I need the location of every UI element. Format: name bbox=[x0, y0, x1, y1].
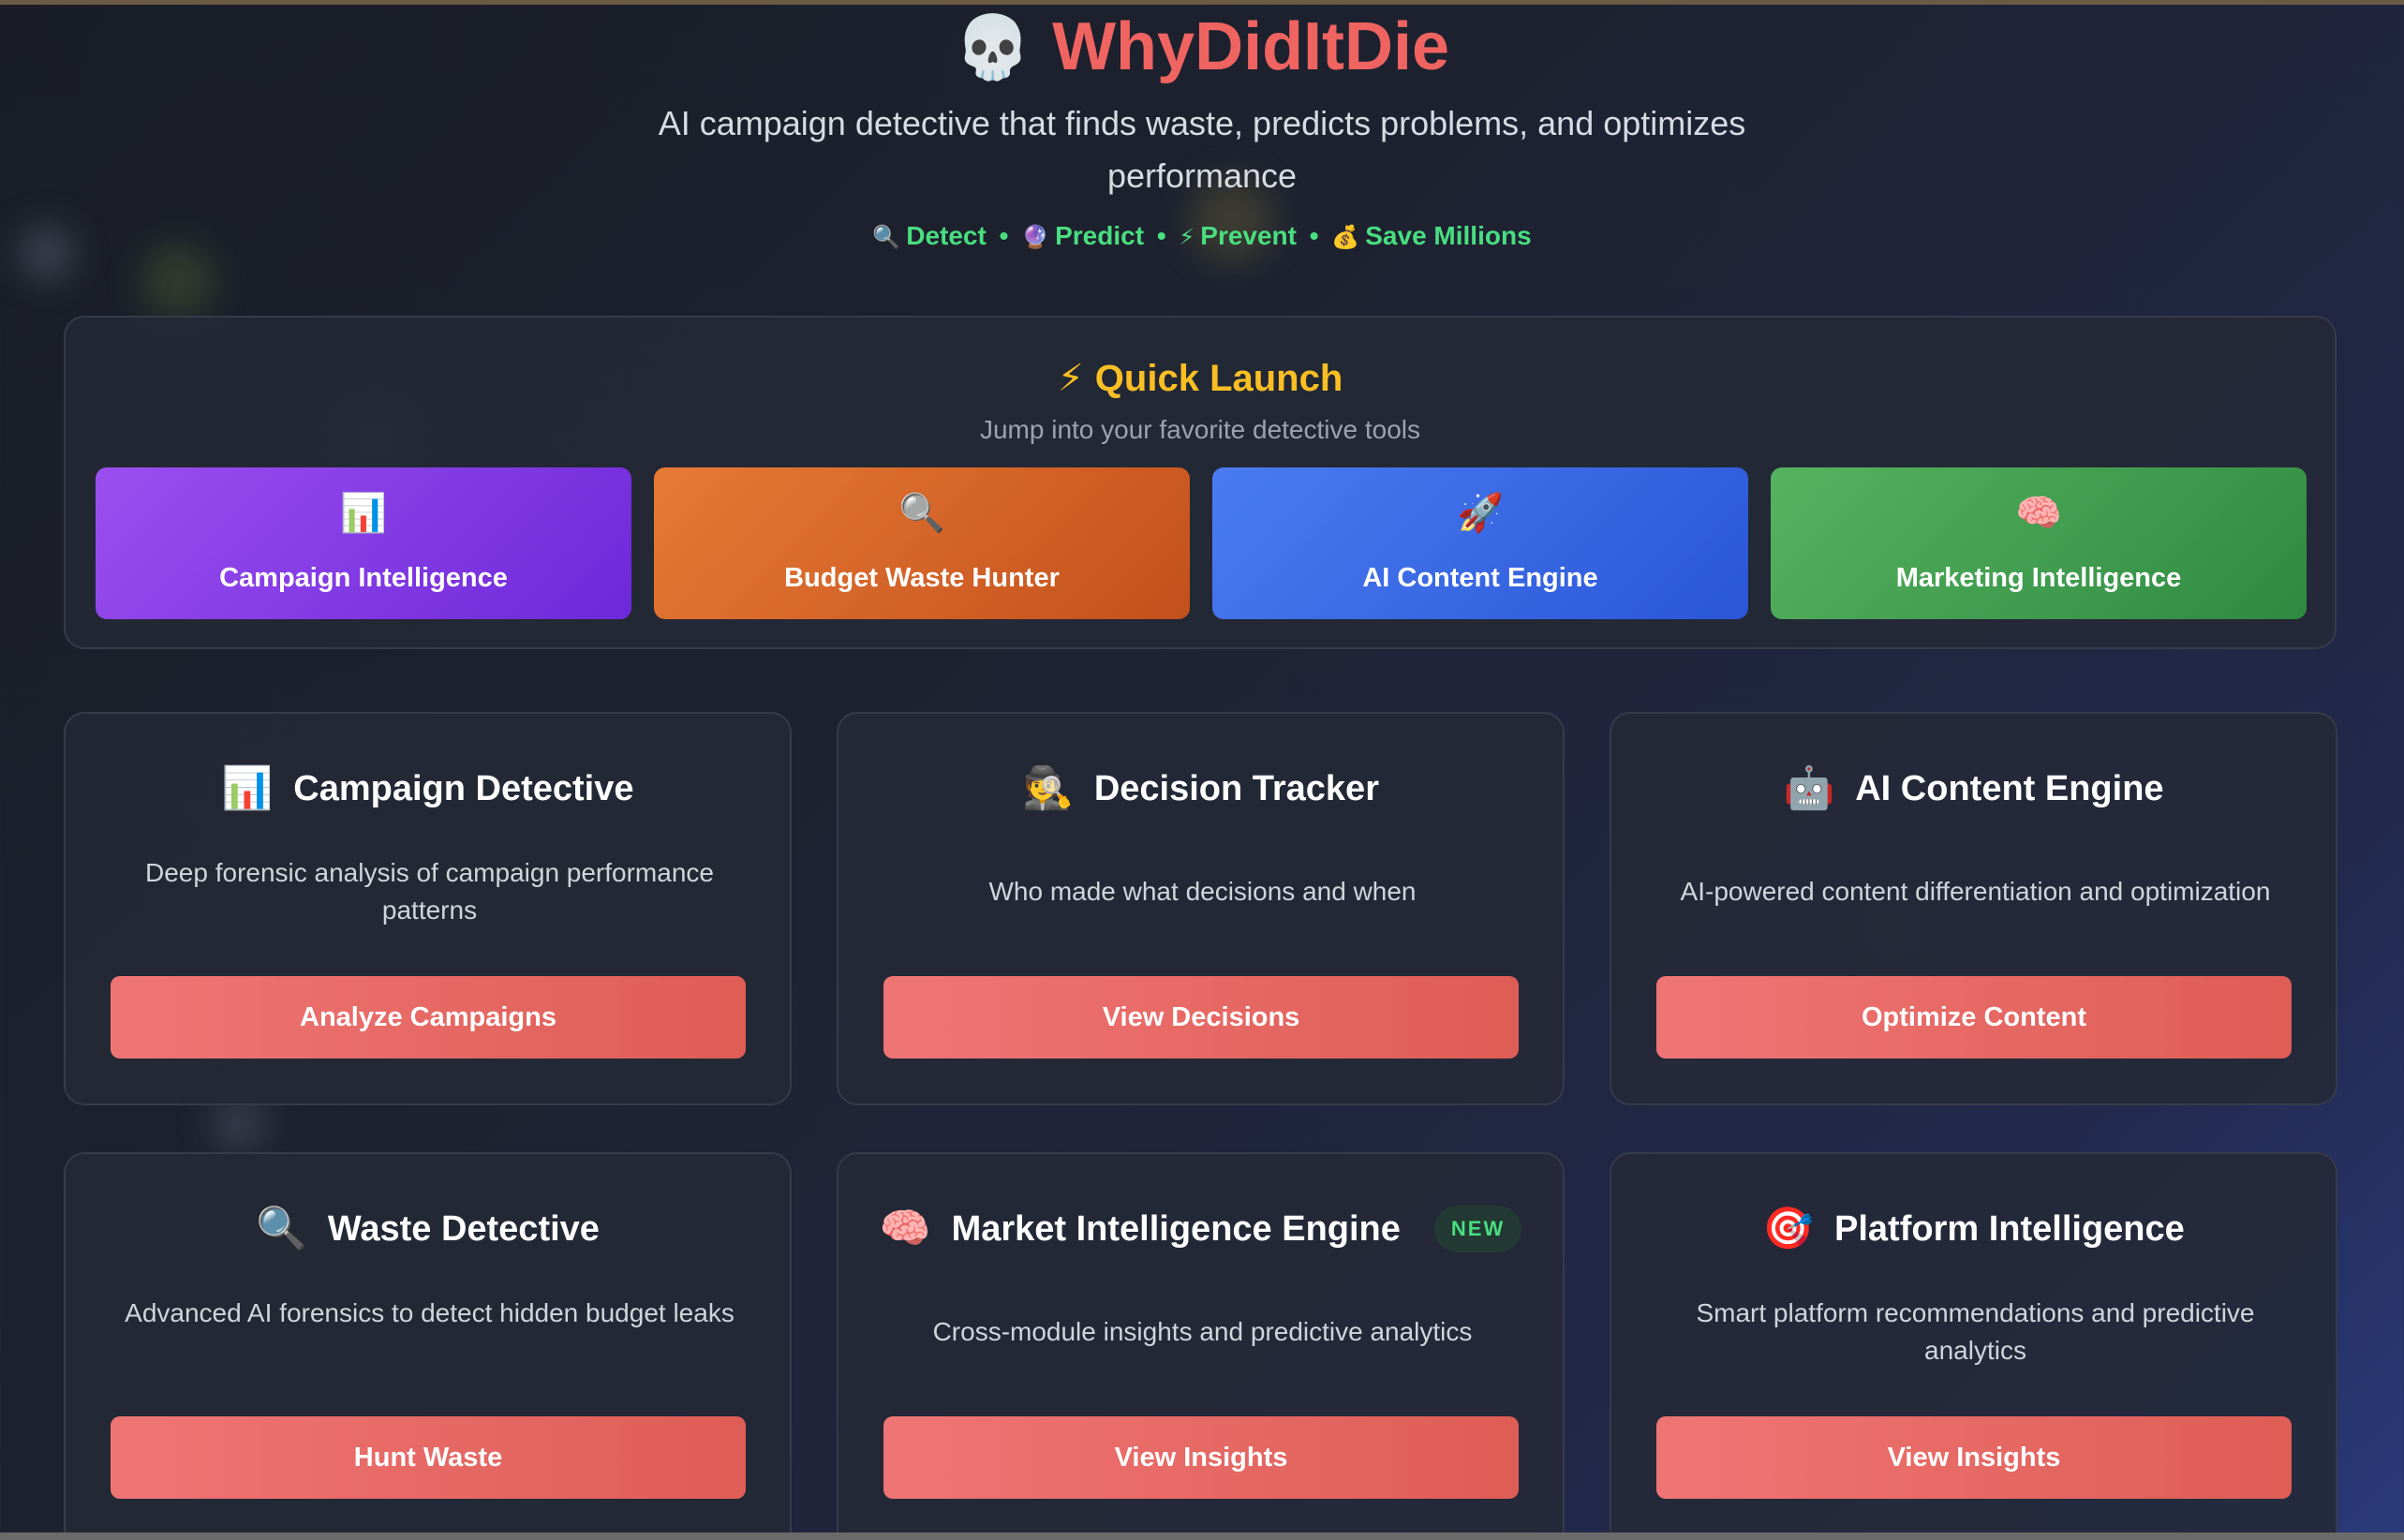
brain-icon: 🧠 bbox=[2015, 493, 2062, 534]
card-title: Waste Detective bbox=[327, 1209, 600, 1249]
card-campaign-detective: 📊 Campaign Detective Deep forensic analys… bbox=[64, 712, 792, 1105]
lightning-icon: ⚡ bbox=[1179, 225, 1195, 250]
brain-icon: 🧠 bbox=[879, 1206, 931, 1251]
magnifier-icon: 🔍 bbox=[872, 225, 901, 250]
quick-launch-ai-content-engine-button[interactable]: 🚀 AI Content Engine bbox=[1212, 467, 1748, 619]
detective-icon: 🕵️ bbox=[1022, 765, 1074, 811]
tagline-separator: • bbox=[1156, 221, 1166, 250]
card-title: AI Content Engine bbox=[1855, 769, 2164, 808]
crystal-ball-icon: 🔮 bbox=[1021, 225, 1050, 250]
card-ai-content-engine: 🤖 AI Content Engine AI-powered content di… bbox=[1610, 712, 2337, 1105]
card-description: Deep forensic analysis of campaign perfo… bbox=[145, 858, 714, 925]
card-title-row: 🎯 Platform Intelligence bbox=[1611, 1201, 2336, 1257]
target-icon: 🎯 bbox=[1762, 1206, 1815, 1251]
optimize-content-button[interactable]: Optimize Content bbox=[1656, 976, 2292, 1059]
tagline-separator: • bbox=[999, 221, 1009, 250]
new-badge: NEW bbox=[1433, 1206, 1522, 1252]
tagline-separator: • bbox=[1309, 221, 1319, 250]
card-description: Smart platform recommendations and predi… bbox=[1696, 1298, 2255, 1365]
magnifier-icon: 🔍 bbox=[898, 493, 945, 534]
robot-icon: 🤖 bbox=[1783, 765, 1835, 811]
quick-launch-button-label: Marketing Intelligence bbox=[1895, 563, 2182, 593]
quick-launch-title: ⚡ Quick Launch bbox=[66, 355, 2335, 402]
quick-launch-panel: ⚡ Quick Launch Jump into your favorite de… bbox=[64, 316, 2337, 649]
card-platform-intelligence: 🎯 Platform Intelligence Smart platform re… bbox=[1610, 1152, 2337, 1540]
skull-icon: 💀 bbox=[954, 12, 1032, 81]
quick-launch-campaign-intelligence-button[interactable]: 📊 Campaign Intelligence bbox=[96, 467, 631, 619]
card-title: Platform Intelligence bbox=[1834, 1209, 2185, 1249]
window-bottom-border bbox=[0, 1533, 2404, 1540]
card-description: Advanced AI forensics to detect hidden b… bbox=[125, 1298, 735, 1327]
tagline-detect: Detect bbox=[906, 221, 987, 250]
lightning-icon: ⚡ bbox=[1057, 358, 1084, 399]
card-title-row: 🤖 AI Content Engine bbox=[1611, 761, 2336, 817]
view-insights-button[interactable]: View Insights bbox=[883, 1416, 1519, 1499]
quick-launch-button-label: Budget Waste Hunter bbox=[784, 563, 1060, 593]
bar-chart-icon: 📊 bbox=[340, 493, 387, 534]
money-bag-icon: 💰 bbox=[1331, 225, 1360, 250]
card-title-row: 🧠 Market Intelligence Engine NEW bbox=[838, 1201, 1563, 1257]
card-market-intelligence-engine: 🧠 Market Intelligence Engine NEW Cross-mod… bbox=[837, 1152, 1565, 1540]
quick-launch-marketing-intelligence-button[interactable]: 🧠 Marketing Intelligence bbox=[1771, 467, 2307, 619]
tagline-predict: Predict bbox=[1055, 221, 1145, 250]
app-subtitle: AI campaign detective that finds waste, … bbox=[658, 104, 1746, 195]
hunt-waste-button[interactable]: Hunt Waste bbox=[111, 1416, 746, 1499]
card-description: Who made what decisions and when bbox=[988, 877, 1417, 906]
card-description: AI-powered content differentiation and o… bbox=[1680, 877, 2271, 906]
quick-launch-budget-waste-hunter-button[interactable]: 🔍 Budget Waste Hunter bbox=[654, 467, 1190, 619]
view-insights-button[interactable]: View Insights bbox=[1656, 1416, 2292, 1499]
card-title: Decision Tracker bbox=[1093, 769, 1379, 808]
tagline-prevent: Prevent bbox=[1200, 221, 1297, 250]
view-decisions-button[interactable]: View Decisions bbox=[883, 976, 1519, 1059]
quick-launch-title-text: Quick Launch bbox=[1094, 358, 1343, 399]
analyze-campaigns-button[interactable]: Analyze Campaigns bbox=[111, 976, 746, 1059]
app-title: WhyDidItDie bbox=[1052, 9, 1450, 84]
app-title-row: 💀 WhyDidItDie bbox=[0, 9, 2404, 84]
quick-launch-button-label: AI Content Engine bbox=[1362, 563, 1598, 593]
quick-launch-subtitle: Jump into your favorite detective tools bbox=[979, 415, 1420, 444]
tagline: 🔍 Detect • 🔮 Predict • ⚡ Prevent • 💰 Save Mi… bbox=[0, 217, 2404, 257]
card-waste-detective: 🔍 Waste Detective Advanced AI forensics t… bbox=[64, 1152, 792, 1540]
window-top-border bbox=[0, 0, 2404, 5]
tagline-save-millions: Save Millions bbox=[1365, 221, 1532, 250]
card-description: Cross-module insights and predictive ana… bbox=[932, 1317, 1473, 1346]
quick-launch-button-label: Campaign Intelligence bbox=[219, 563, 508, 593]
rocket-icon: 🚀 bbox=[1457, 493, 1504, 534]
card-title-row: 📊 Campaign Detective bbox=[66, 761, 790, 817]
card-decision-tracker: 🕵️ Decision Tracker Who made what decisio… bbox=[837, 712, 1565, 1105]
card-title-row: 🔍 Waste Detective bbox=[66, 1201, 790, 1257]
bar-chart-icon: 📊 bbox=[221, 765, 274, 811]
magnifier-icon: 🔍 bbox=[256, 1206, 307, 1251]
card-title: Market Intelligence Engine bbox=[951, 1209, 1401, 1249]
card-title: Campaign Detective bbox=[293, 769, 634, 808]
card-title-row: 🕵️ Decision Tracker bbox=[838, 761, 1563, 817]
